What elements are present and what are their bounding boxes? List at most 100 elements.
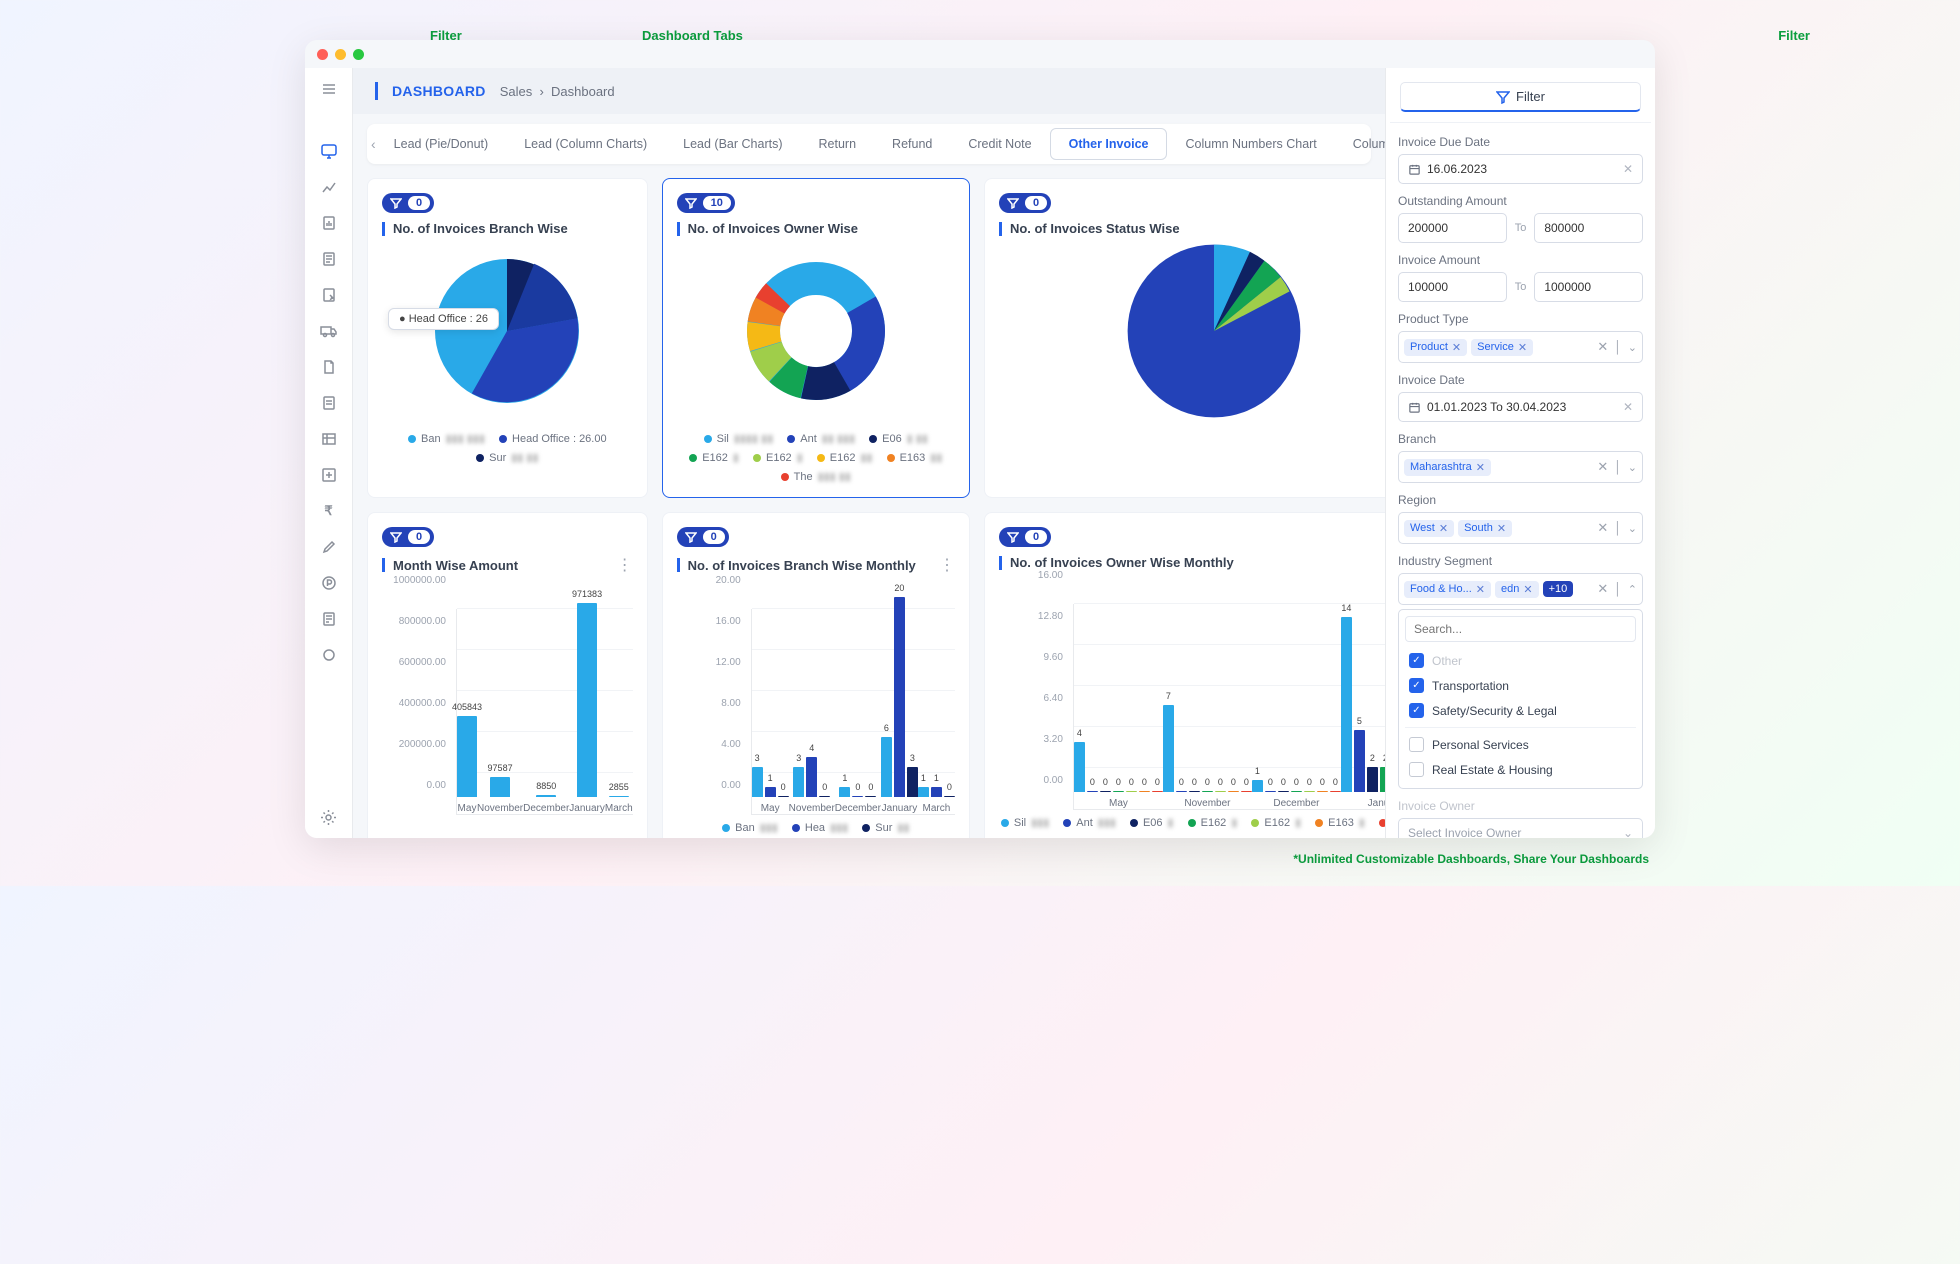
tag[interactable]: Service✕ [1471,339,1533,356]
add-icon[interactable] [320,466,338,484]
card-filter-button[interactable]: 0 [382,193,434,213]
chart-legend: Ban▮▮▮ ▮▮▮ Head Office : 26.00 Sur▮▮ ▮▮ [382,432,633,464]
range-from-input[interactable]: 100000 [1398,272,1507,302]
chevron-down-icon[interactable]: ⌄ [1628,522,1637,535]
dashboard-icon[interactable] [320,142,338,160]
card-filter-button[interactable]: 0 [999,527,1051,547]
clear-all-icon[interactable]: ✕ [1597,581,1608,597]
date-range-input[interactable]: 01.01.2023 To 30.04.2023 ✕ [1398,392,1643,422]
tag-more-count[interactable]: +10 [1543,581,1574,597]
card-filter-button[interactable]: 0 [382,527,434,547]
remove-tag-icon[interactable]: ✕ [1439,522,1448,535]
tab-lead-column[interactable]: Lead (Column Charts) [506,129,665,159]
tab-other-invoice[interactable]: Other Invoice [1050,128,1168,160]
date-input[interactable]: 16.06.2023 ✕ [1398,154,1643,184]
menu-icon[interactable] [320,80,338,98]
field-label: Invoice Due Date [1398,135,1643,149]
remove-tag-icon[interactable]: ✕ [1476,461,1485,474]
multiselect[interactable]: Food & Ho...✕ edn✕ +10 ✕│⌃ [1398,573,1643,605]
settings-icon[interactable] [320,808,338,826]
app-window: ₹ DASHBOARD Sales › Dashboard ‹ Lead (Pi… [305,40,1655,838]
circle-icon[interactable] [320,646,338,664]
option[interactable]: Real Estate & Housing [1405,757,1636,782]
remove-tag-icon[interactable]: ✕ [1518,341,1527,354]
footer-note: *Unlimited Customizable Dashboards, Shar… [305,852,1655,866]
tag[interactable]: Food & Ho...✕ [1404,581,1491,598]
card-title: No. of Invoices Branch Wise Monthly [688,558,916,573]
chart-legend: Sil▮▮▮▮ ▮▮ Ant▮▮ ▮▮▮ E06▮ ▮▮ E162▮ E162▮… [677,432,955,483]
document-icon[interactable] [320,358,338,376]
minimize-window-button[interactable] [335,49,346,60]
select-input[interactable]: Select Invoice Owner⌄ [1398,818,1643,838]
notes-icon[interactable] [320,610,338,628]
donut-chart [677,236,955,426]
clear-icon[interactable]: ✕ [1623,162,1633,176]
tab-lead-bar[interactable]: Lead (Bar Charts) [665,129,800,159]
tab-column-numbers[interactable]: Column Numbers Chart [1167,129,1334,159]
report-icon[interactable] [320,214,338,232]
option[interactable]: ✓Safety/Security & Legal [1405,698,1636,723]
bar-chart: 20.0016.0012.008.004.000.00310May340Nove… [677,575,955,815]
clear-all-icon[interactable]: ✕ [1597,520,1608,536]
chevron-down-icon[interactable]: ⌄ [1623,826,1633,838]
option[interactable]: ✓Other [1405,648,1636,673]
remove-tag-icon[interactable]: ✕ [1452,341,1461,354]
card-title: No. of Invoices Owner Wise [688,221,858,236]
chevron-down-icon[interactable]: ⌄ [1628,341,1637,354]
clear-all-icon[interactable]: ✕ [1597,339,1608,355]
analytics-icon[interactable] [320,178,338,196]
annotation-filter-right: Filter [1778,28,1810,43]
tab-lead-pie[interactable]: Lead (Pie/Donut) [376,129,507,159]
edit-doc-icon[interactable] [320,286,338,304]
truck-icon[interactable] [320,322,338,340]
list-icon[interactable] [320,250,338,268]
card-menu-icon[interactable]: ⋮ [617,555,633,575]
pie-chart [999,236,1385,426]
option[interactable]: Personal Services [1405,732,1636,757]
remove-tag-icon[interactable]: ✕ [1476,583,1485,596]
card-filter-button[interactable]: 0 [677,527,729,547]
card-filter-button[interactable]: 10 [677,193,735,213]
pencil-icon[interactable] [320,538,338,556]
multiselect[interactable]: West✕ South✕ ✕│⌄ [1398,512,1643,544]
field-invoice-owner: Invoice Owner Select Invoice Owner⌄ [1398,799,1643,838]
tag[interactable]: edn✕ [1495,581,1539,598]
tab-column-numbers-2[interactable]: Column Numbers Char [1335,129,1385,159]
card-title: No. of Invoices Status Wise [1010,221,1180,236]
tag[interactable]: West✕ [1404,520,1454,537]
chevron-up-icon[interactable]: ⌃ [1628,583,1637,596]
field-branch: Branch Maharashtra✕ ✕│⌄ [1398,432,1643,483]
remove-tag-icon[interactable]: ✕ [1497,522,1506,535]
tab-return[interactable]: Return [801,129,875,159]
rupee-icon[interactable]: ₹ [320,502,338,520]
chart-legend: Ban▮▮▮ Hea▮▮▮ Sur▮▮ [677,821,955,834]
remove-tag-icon[interactable]: ✕ [1523,583,1532,596]
card-filter-button[interactable]: 0 [999,193,1051,213]
tag[interactable]: South✕ [1458,520,1512,537]
field-invoice-amount: Invoice Amount 100000 To 1000000 [1398,253,1643,302]
card-title: Month Wise Amount [393,558,518,573]
dropdown-search-input[interactable] [1405,616,1636,642]
tag[interactable]: Maharashtra✕ [1404,459,1491,476]
option[interactable]: ✓Transportation [1405,673,1636,698]
tab-credit-note[interactable]: Credit Note [950,129,1049,159]
multiselect[interactable]: Product✕ Service✕ ✕│⌄ [1398,331,1643,363]
range-from-input[interactable]: 200000 [1398,213,1507,243]
card-title: No. of Invoices Owner Wise Monthly [1010,555,1234,570]
range-to-input[interactable]: 1000000 [1534,272,1643,302]
table-icon[interactable] [320,430,338,448]
main-area: DASHBOARD Sales › Dashboard ‹ Lead (Pie/… [353,68,1385,838]
dashboard-tabbar: ‹ Lead (Pie/Donut) Lead (Column Charts) … [367,124,1371,164]
tag[interactable]: Product✕ [1404,339,1467,356]
close-window-button[interactable] [317,49,328,60]
multiselect[interactable]: Maharashtra✕ ✕│⌄ [1398,451,1643,483]
clipboard-icon[interactable] [320,394,338,412]
card-menu-icon[interactable]: ⋮ [939,555,955,575]
parking-icon[interactable] [320,574,338,592]
maximize-window-button[interactable] [353,49,364,60]
chevron-down-icon[interactable]: ⌄ [1628,461,1637,474]
clear-icon[interactable]: ✕ [1623,400,1633,414]
tab-refund[interactable]: Refund [874,129,950,159]
range-to-input[interactable]: 800000 [1534,213,1643,243]
clear-all-icon[interactable]: ✕ [1597,459,1608,475]
